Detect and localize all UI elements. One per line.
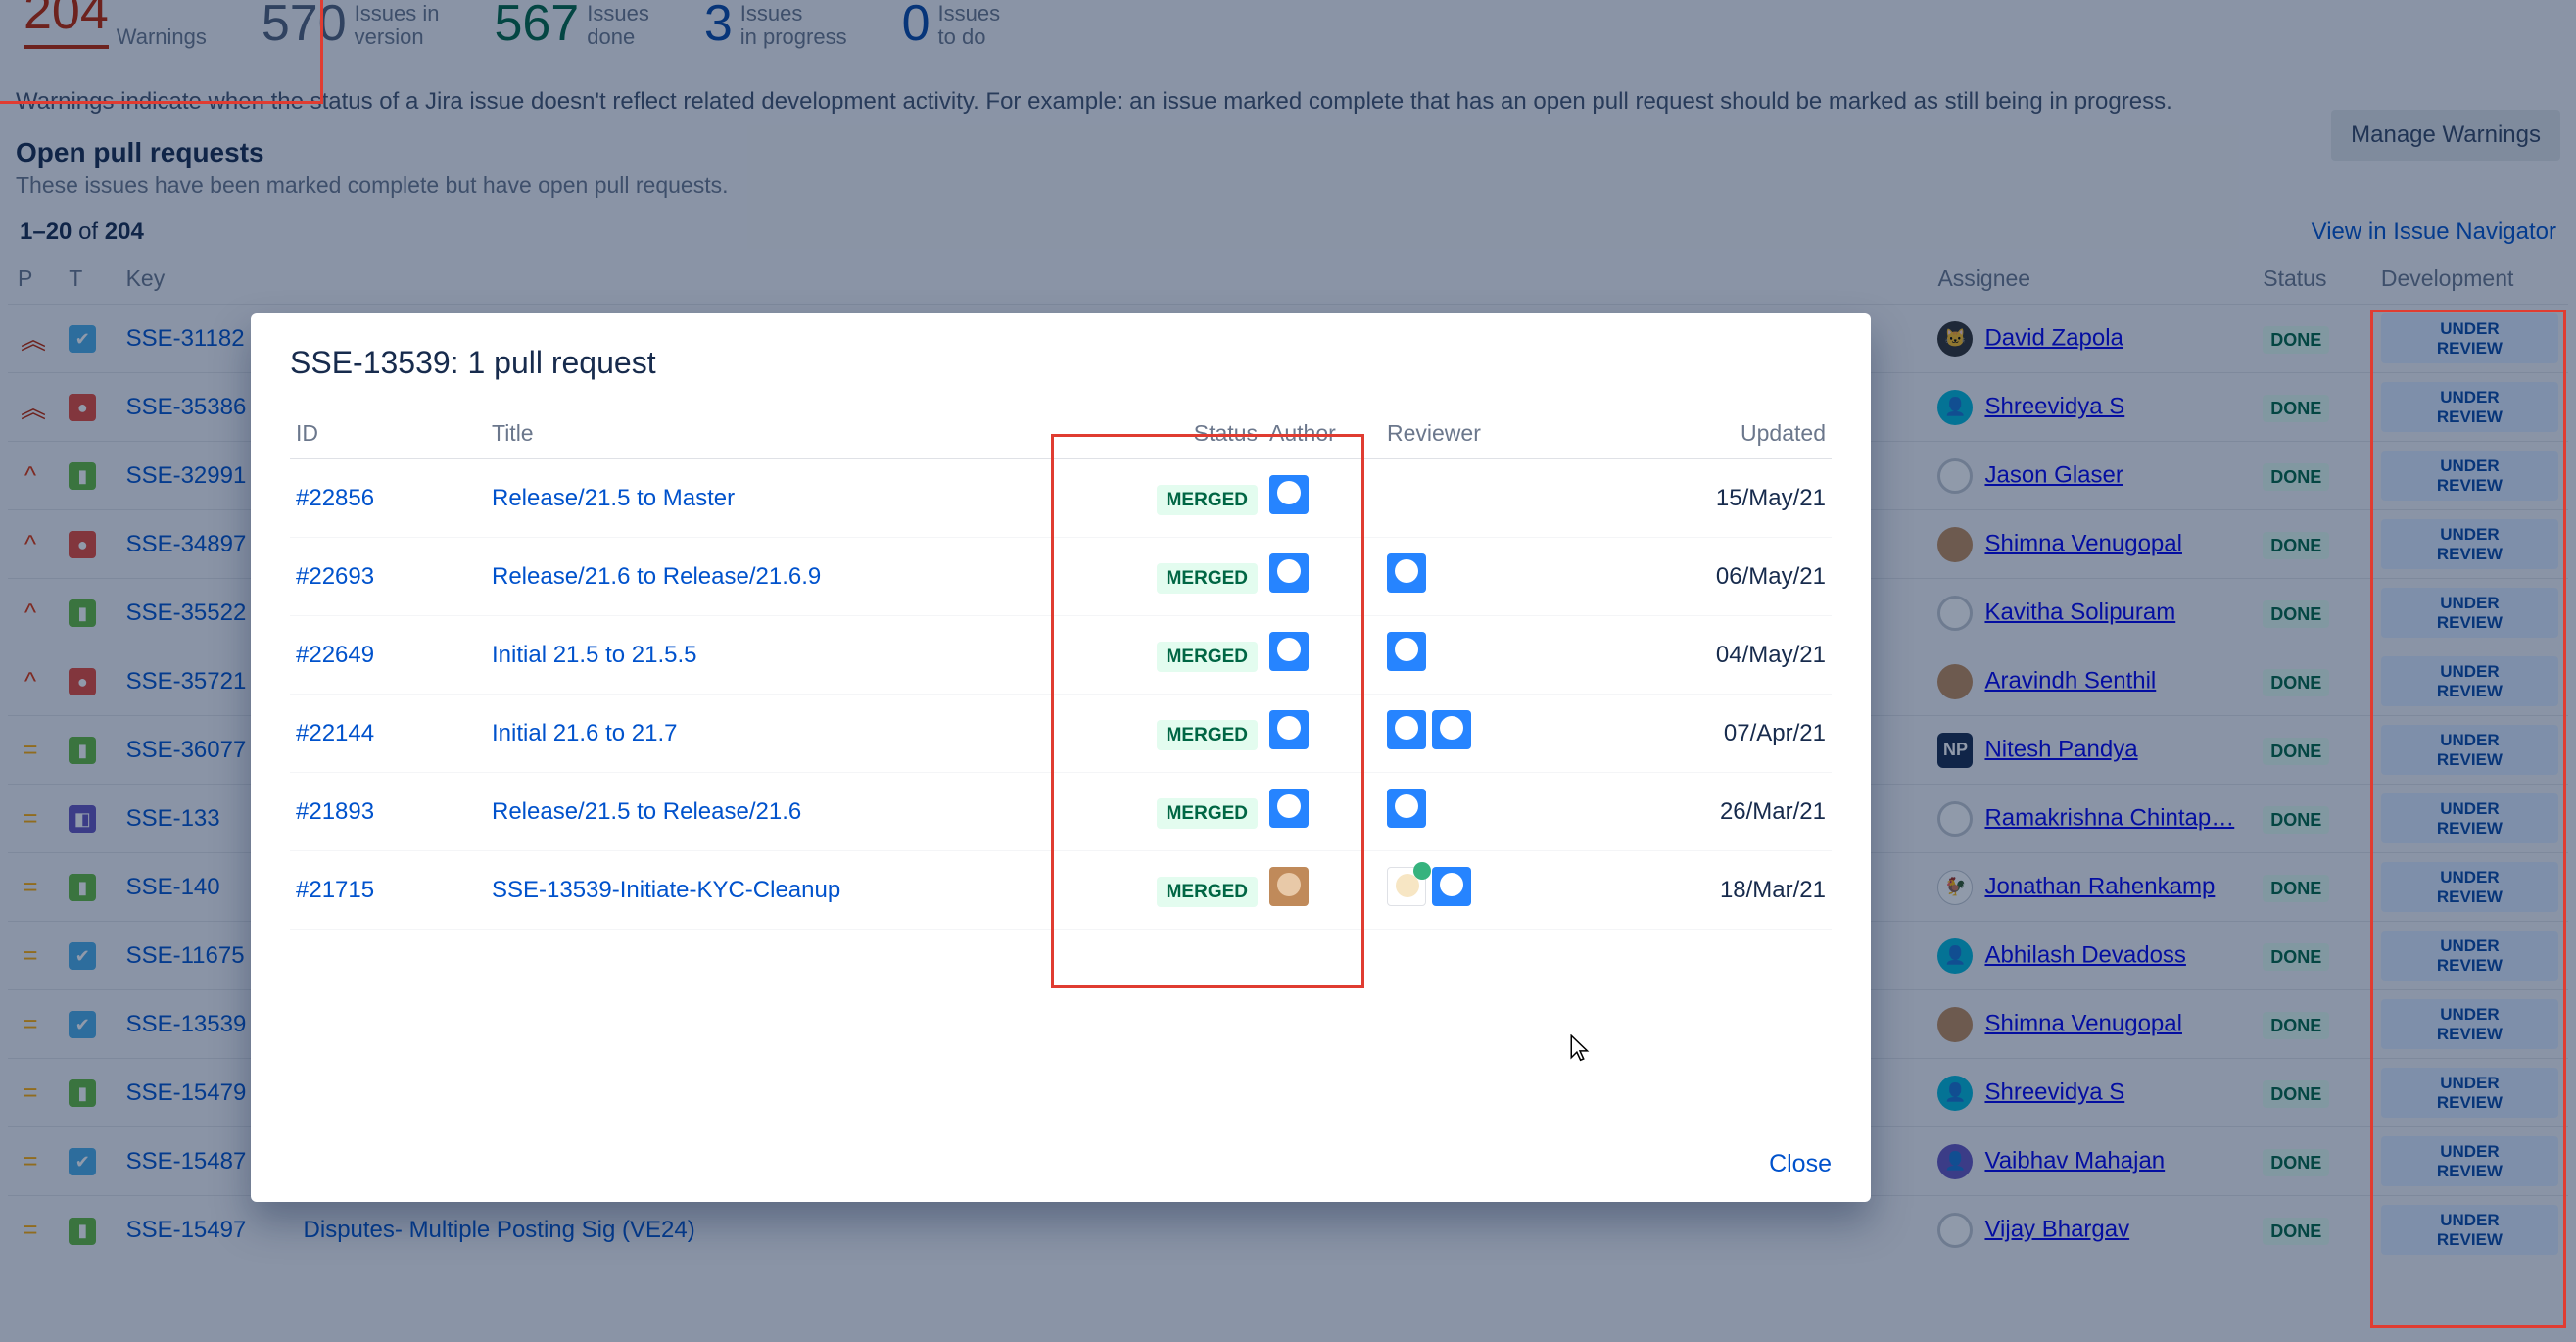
pr-title-link[interactable]: SSE-13539-Initiate-KYC-Cleanup bbox=[492, 877, 840, 903]
pr-row: #22693 Release/21.6 to Release/21.6.9 ME… bbox=[290, 538, 1832, 616]
pr-title-link[interactable]: Release/21.5 to Release/21.6 bbox=[492, 798, 801, 825]
pr-status-merged-badge: MERGED bbox=[1157, 877, 1258, 907]
user-avatar[interactable] bbox=[1269, 710, 1309, 749]
pr-id-link[interactable]: #22693 bbox=[296, 563, 374, 590]
pr-row: #21893 Release/21.5 to Release/21.6 MERG… bbox=[290, 773, 1832, 851]
pr-id-link[interactable]: #21715 bbox=[296, 877, 374, 903]
pr-id-link[interactable]: #22144 bbox=[296, 720, 374, 746]
pr-title-link[interactable]: Initial 21.6 to 21.7 bbox=[492, 720, 677, 746]
pr-title-link[interactable]: Release/21.6 to Release/21.6.9 bbox=[492, 563, 821, 590]
user-avatar[interactable] bbox=[1387, 789, 1426, 828]
user-avatar[interactable] bbox=[1269, 475, 1309, 514]
pr-status-merged-badge: MERGED bbox=[1157, 642, 1258, 672]
pr-row: #21715 SSE-13539-Initiate-KYC-Cleanup ME… bbox=[290, 851, 1832, 930]
pr-col-status: Status bbox=[1107, 408, 1264, 459]
pr-id-link[interactable]: #22649 bbox=[296, 642, 374, 668]
approved-check-icon bbox=[1413, 862, 1431, 880]
pr-col-updated: Updated bbox=[1636, 408, 1832, 459]
pr-col-author: Author bbox=[1264, 408, 1381, 459]
user-avatar[interactable] bbox=[1432, 710, 1471, 749]
pr-col-title: Title bbox=[486, 408, 1107, 459]
pr-row: #22856 Release/21.5 to Master MERGED 15/… bbox=[290, 459, 1832, 538]
pr-status-merged-badge: MERGED bbox=[1157, 485, 1258, 515]
pr-id-link[interactable]: #21893 bbox=[296, 798, 374, 825]
user-avatar[interactable] bbox=[1269, 867, 1309, 906]
pr-updated-date: 26/Mar/21 bbox=[1636, 773, 1832, 851]
pr-updated-date: 04/May/21 bbox=[1636, 616, 1832, 695]
pr-updated-date: 07/Apr/21 bbox=[1636, 695, 1832, 773]
pr-updated-date: 18/Mar/21 bbox=[1636, 851, 1832, 930]
user-avatar[interactable] bbox=[1387, 553, 1426, 593]
pr-col-id: ID bbox=[290, 408, 486, 459]
pr-status-merged-badge: MERGED bbox=[1157, 720, 1258, 750]
pr-title-link[interactable]: Release/21.5 to Master bbox=[492, 485, 735, 511]
user-avatar[interactable] bbox=[1387, 867, 1426, 906]
user-avatar[interactable] bbox=[1387, 710, 1426, 749]
pr-id-link[interactable]: #22856 bbox=[296, 485, 374, 511]
pr-status-merged-badge: MERGED bbox=[1157, 563, 1258, 594]
pr-updated-date: 15/May/21 bbox=[1636, 459, 1832, 538]
modal-title: SSE-13539: 1 pull request bbox=[251, 313, 1871, 408]
pull-requests-modal: SSE-13539: 1 pull request ID Title Statu… bbox=[251, 313, 1871, 1202]
pull-requests-table: ID Title Status Author Reviewer Updated … bbox=[290, 408, 1832, 930]
pr-status-merged-badge: MERGED bbox=[1157, 798, 1258, 829]
pr-row: #22649 Initial 21.5 to 21.5.5 MERGED 04/… bbox=[290, 616, 1832, 695]
user-avatar[interactable] bbox=[1269, 553, 1309, 593]
modal-close-button[interactable]: Close bbox=[1769, 1150, 1832, 1177]
user-avatar[interactable] bbox=[1269, 632, 1309, 671]
user-avatar[interactable] bbox=[1432, 867, 1471, 906]
user-avatar[interactable] bbox=[1387, 632, 1426, 671]
pr-row: #22144 Initial 21.6 to 21.7 MERGED 07/Ap… bbox=[290, 695, 1832, 773]
pr-col-reviewer: Reviewer bbox=[1381, 408, 1636, 459]
pr-updated-date: 06/May/21 bbox=[1636, 538, 1832, 616]
pr-title-link[interactable]: Initial 21.5 to 21.5.5 bbox=[492, 642, 696, 668]
user-avatar[interactable] bbox=[1269, 789, 1309, 828]
